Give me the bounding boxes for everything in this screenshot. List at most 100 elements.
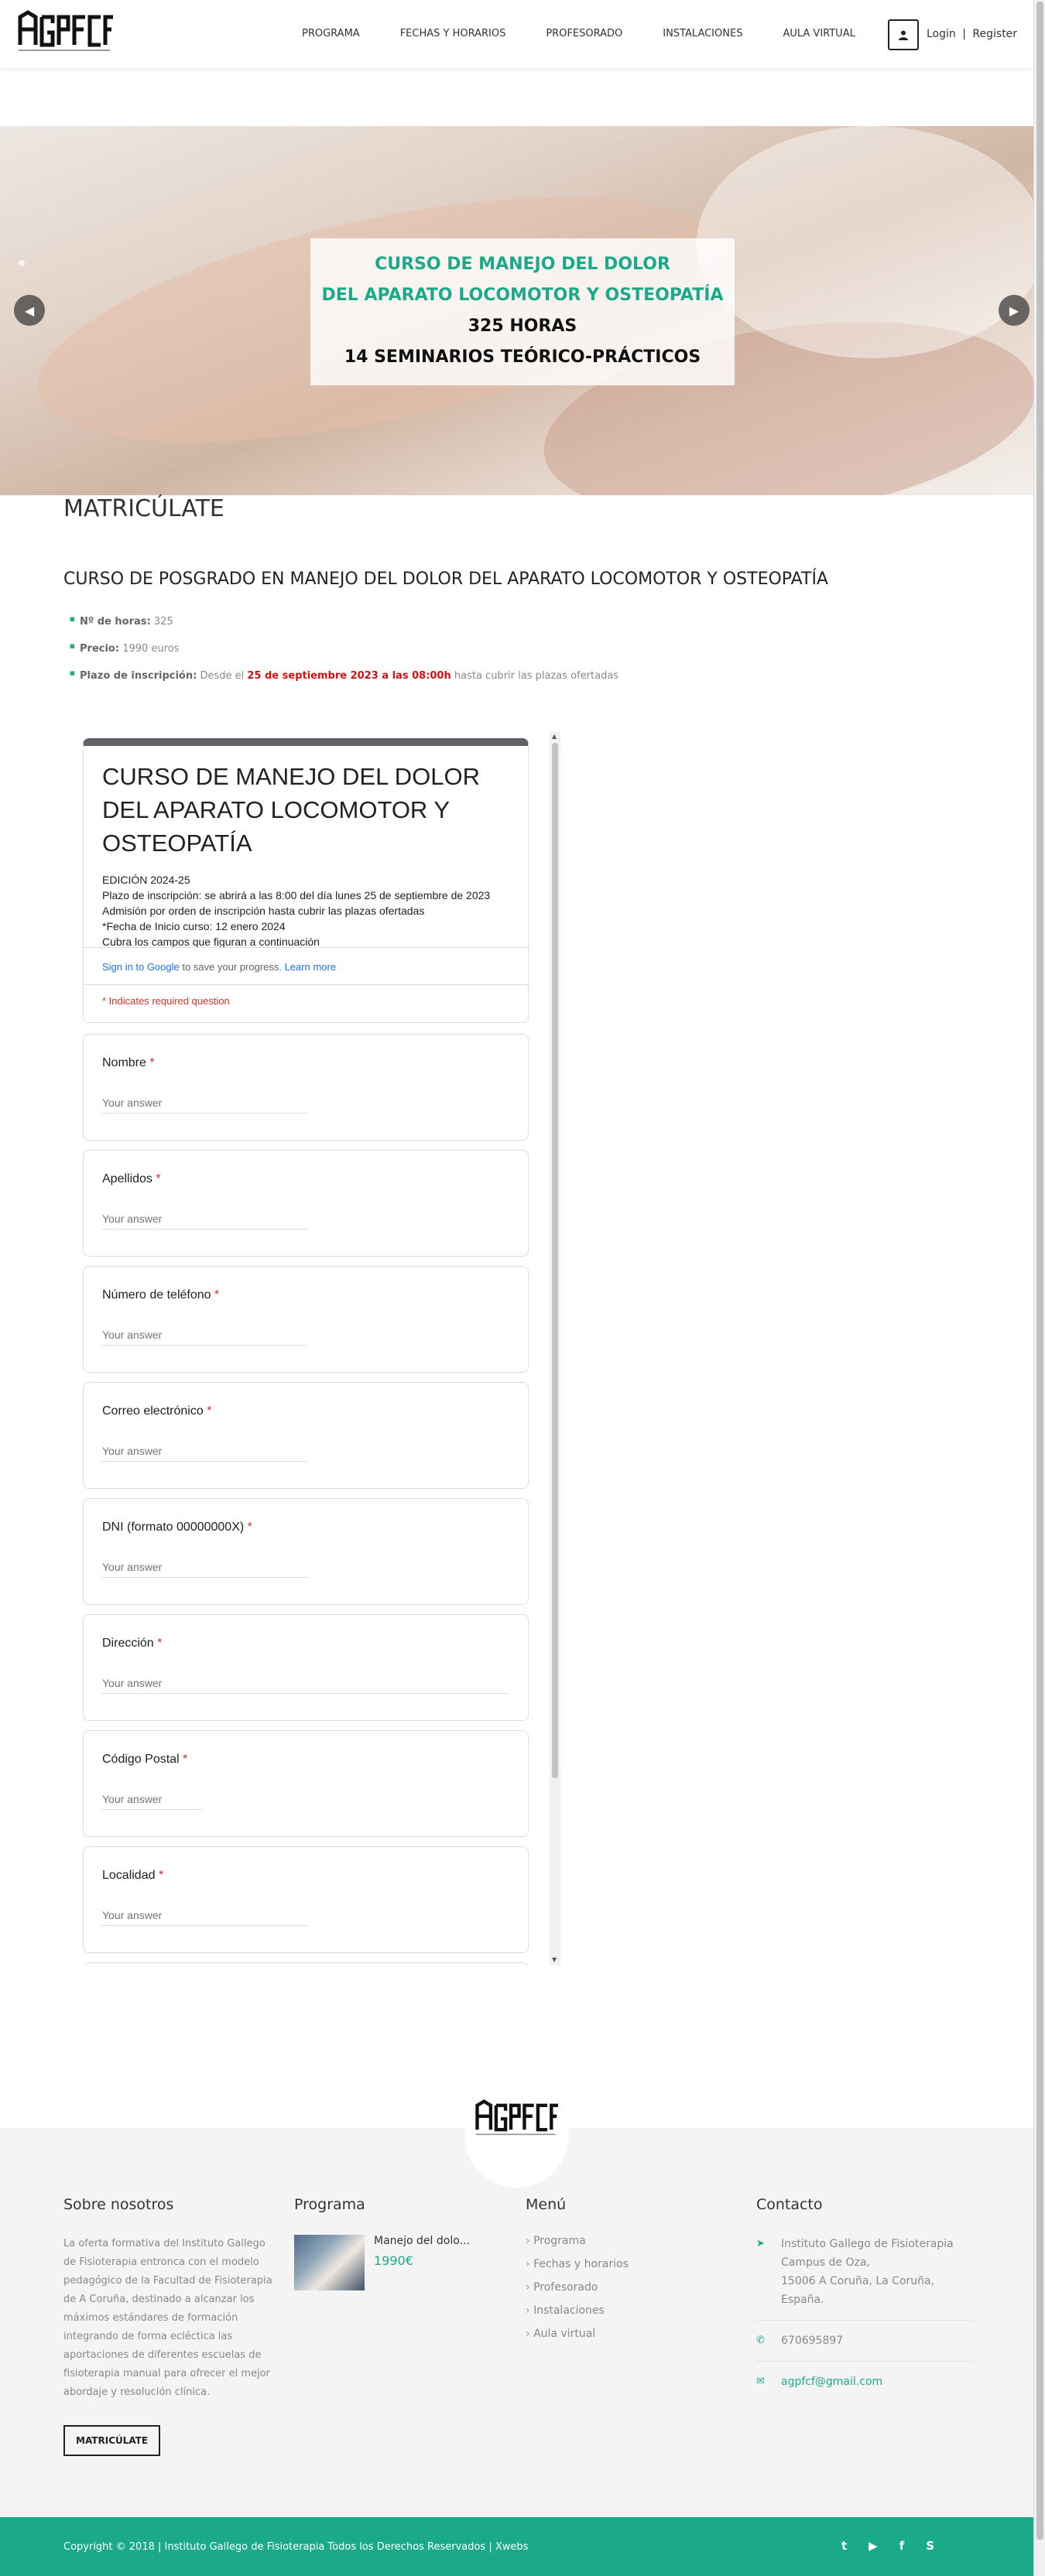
hero-line3: 325 HORAS: [468, 316, 577, 336]
register-link[interactable]: Register: [972, 28, 1017, 40]
required-star: *: [157, 1637, 163, 1650]
form-scrollbar[interactable]: ▲ ▼: [550, 732, 560, 1965]
nav-fechas[interactable]: FECHAS Y HORARIOS: [400, 28, 506, 39]
enroll-button[interactable]: MATRICÚLATE: [63, 2425, 161, 2456]
apellidos-input[interactable]: Your answer: [102, 1213, 308, 1230]
question-localidad: Localidad * Your answer: [83, 1846, 529, 1953]
google-form-embed: CURSO DE MANEJO DEL DOLOR DEL APARATO LO…: [83, 732, 560, 1965]
email-link[interactable]: agpfcf@gmail.com: [781, 2372, 882, 2391]
program-item[interactable]: Manejo del dolo... 1990€: [294, 2235, 470, 2290]
question-nombre: Nombre * Your answer: [83, 1034, 529, 1141]
form-header-card: CURSO DE MANEJO DEL DOLOR DEL APARATO LO…: [83, 738, 529, 1023]
footer-program: Programa Manejo del dolo... 1990€: [294, 2196, 470, 2290]
required-star: *: [156, 1172, 161, 1185]
signin-link[interactable]: Sign in to Google: [102, 961, 180, 973]
required-star: *: [214, 1288, 220, 1302]
user-icon[interactable]: [888, 19, 919, 50]
telefono-input[interactable]: Your answer: [102, 1329, 308, 1346]
address-line: Instituto Gallego de Fisioterapia: [781, 2238, 954, 2250]
question-correo: Correo electrónico * Your answer: [83, 1382, 529, 1489]
twitter-icon[interactable]: t: [841, 2539, 847, 2553]
program-name[interactable]: Manejo del dolo...: [374, 2235, 470, 2247]
form-scrollbar-thumb[interactable]: [552, 743, 558, 1778]
direccion-input[interactable]: Your answer: [102, 1677, 509, 1694]
slider-prev-button[interactable]: ◀: [14, 295, 45, 326]
hours-value: 325: [153, 616, 173, 628]
footer-menu-profesorado[interactable]: Profesorado: [526, 2281, 629, 2294]
program-thumbnail[interactable]: [294, 2235, 365, 2290]
footer-menu-aula-virtual[interactable]: Aula virtual: [526, 2328, 629, 2340]
chevron-left-icon: ◀: [24, 303, 35, 318]
hero-line4: 14 SEMINARIOS TEÓRICO-PRÁCTICOS: [344, 347, 701, 367]
divider: [84, 984, 528, 985]
list-item: Precio: 1990 euros: [70, 643, 618, 655]
contact-phone: ✆ 670695897: [756, 2331, 973, 2350]
footer-menu-fechas[interactable]: Fechas y horarios: [526, 2258, 629, 2270]
codigo-postal-input[interactable]: Your answer: [102, 1793, 203, 1810]
skype-icon[interactable]: S: [926, 2539, 934, 2553]
deadline-label: Plazo de inscripción:: [80, 670, 197, 682]
footer-about-text: La oferta formativa del Instituto Galleg…: [63, 2238, 272, 2398]
hero-image-shape: [697, 126, 1033, 358]
question-label: Código Postal *: [102, 1753, 187, 1767]
chevron-right-icon: ▶: [1009, 303, 1019, 318]
location-arrow-icon: ➤: [756, 2238, 765, 2249]
footer-menu-programa[interactable]: Programa: [526, 2235, 629, 2247]
footer-menu-title: Menú: [526, 2196, 567, 2213]
program-price: 1990€: [374, 2253, 413, 2268]
question-apellidos: Apellidos * Your answer: [83, 1150, 529, 1257]
main-nav: PROGRAMA FECHAS Y HORARIOS PROFESORADO I…: [302, 28, 896, 39]
facebook-icon[interactable]: f: [899, 2539, 905, 2553]
question-label: Nombre *: [102, 1056, 155, 1070]
page-scrollbar-thumb[interactable]: [1036, 2, 1043, 2540]
login-link[interactable]: Login: [927, 28, 956, 40]
question-telefono: Número de teléfono * Your answer: [83, 1266, 529, 1373]
learn-more-link[interactable]: Learn more: [285, 961, 336, 973]
deadline-pre: Desde el: [200, 670, 245, 682]
phone-icon: ✆: [756, 2335, 765, 2346]
site-logo[interactable]: [17, 9, 113, 59]
page-scrollbar[interactable]: [1033, 0, 1045, 2576]
question-label: Localidad *: [102, 1869, 163, 1883]
divider: [84, 947, 528, 948]
footer-contact: Contacto ➤ Instituto Gallego de Fisioter…: [756, 2196, 973, 2391]
question-label-text: Correo electrónico: [102, 1404, 204, 1418]
form-desc-line: Admisión por orden de inscripción hasta …: [102, 905, 425, 917]
signin-text: to save your progress.: [179, 961, 285, 973]
scroll-down-icon[interactable]: ▼: [552, 1956, 557, 1963]
deadline-date: 25 de septiembre 2023 a las 08:00h: [247, 670, 451, 682]
price-value: 1990 euros: [122, 643, 180, 655]
form-desc-line: EDICIÓN 2024-25: [102, 874, 190, 886]
footer-logo[interactable]: [475, 2099, 558, 2142]
question-label-text: DNI (formato 00000000X): [102, 1521, 245, 1534]
required-star: *: [158, 1869, 164, 1882]
nav-programa[interactable]: PROGRAMA: [302, 28, 360, 39]
nav-profesorado[interactable]: PROFESORADO: [546, 28, 622, 39]
footer-about-title: Sobre nosotros: [63, 2196, 174, 2213]
nav-instalaciones[interactable]: INSTALACIONES: [663, 28, 742, 39]
localidad-input[interactable]: Your answer: [102, 1909, 308, 1926]
question-label: Correo electrónico *: [102, 1404, 211, 1418]
address-line: 15006 A Coruña, La Coruña,: [781, 2275, 935, 2287]
form-title: CURSO DE MANEJO DEL DOLOR DEL APARATO LO…: [102, 763, 481, 857]
course-title: CURSO DE POSGRADO EN MANEJO DEL DOLOR DE…: [63, 570, 828, 589]
correo-input[interactable]: Your answer: [102, 1445, 308, 1462]
slider-dot[interactable]: [19, 260, 25, 266]
nav-aula-virtual[interactable]: AULA VIRTUAL: [783, 28, 855, 39]
question-label-text: Código Postal: [102, 1753, 180, 1766]
footer-program-title: Programa: [294, 2196, 365, 2213]
dni-input[interactable]: Your answer: [102, 1561, 308, 1578]
slider-next-button[interactable]: ▶: [999, 295, 1030, 326]
youtube-icon[interactable]: ▶: [869, 2539, 878, 2553]
envelope-icon: ✉: [756, 2376, 765, 2387]
question-label-text: Nombre: [102, 1056, 146, 1069]
course-info-list: Nº de horas: 325 Precio: 1990 euros Plaz…: [70, 616, 618, 697]
question-label-text: Localidad: [102, 1869, 156, 1882]
hero-caption: CURSO DE MANEJO DEL DOLOR DEL APARATO LO…: [310, 238, 735, 385]
footer-menu-instalaciones[interactable]: Instalaciones: [526, 2304, 629, 2317]
question-label: DNI (formato 00000000X) *: [102, 1521, 252, 1534]
required-star: *: [183, 1753, 188, 1766]
contact-email: ✉ agpfcf@gmail.com: [756, 2372, 973, 2391]
scroll-up-icon[interactable]: ▲: [552, 733, 557, 740]
nombre-input[interactable]: Your answer: [102, 1096, 308, 1114]
